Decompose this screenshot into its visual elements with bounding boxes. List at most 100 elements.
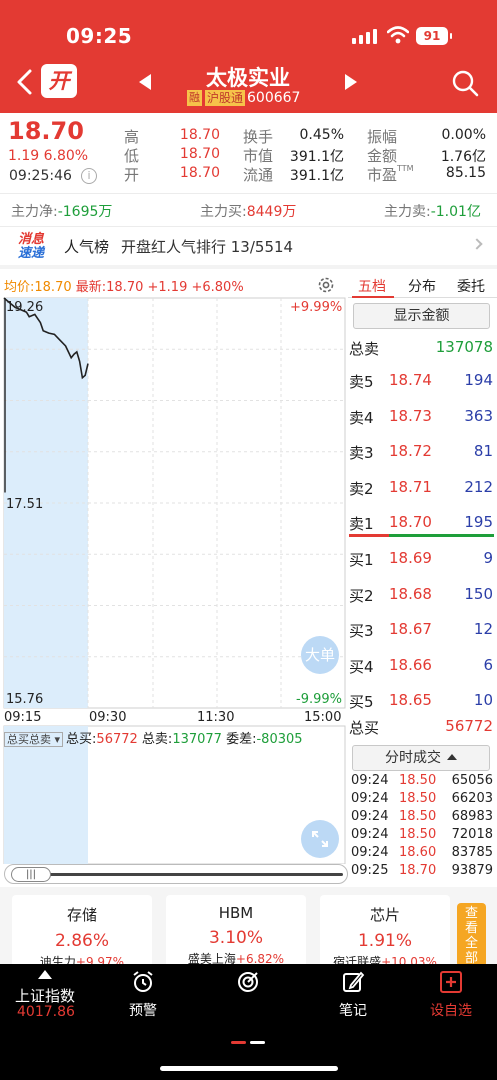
bid-price-5[interactable]: 18.65 [389,691,432,709]
note-button[interactable]: 笔记 [323,970,383,1020]
ask-price-2[interactable]: 18.73 [389,407,432,425]
prev-stock-icon[interactable] [139,74,151,90]
sector-card[interactable]: 芯片 1.91% 宿迁联盛+10.03% [320,895,450,969]
total-sell-value: 137077 [172,732,222,747]
change-percent: 6.80% [43,148,89,164]
target-button[interactable] [218,970,278,1000]
volume-indicator-select[interactable]: 总买总卖 ▾ [4,732,64,747]
sector-card[interactable]: HBM 3.10% 盛美上海+6.82% [166,895,306,967]
ask-price-4[interactable]: 18.71 [389,478,432,496]
show-amount-button[interactable]: 显示金额 [353,303,490,329]
label-amount: 金额 [367,147,398,165]
index-value: 4017.86 [17,1004,75,1020]
ask-price-1[interactable]: 18.74 [389,371,432,389]
bid-price-3[interactable]: 18.67 [389,620,432,638]
ask-price-5[interactable]: 18.70 [389,513,432,531]
value-open: 18.70 [179,165,220,181]
main-net-flow[interactable]: 主力净:-1695万 [11,201,112,221]
divider [0,226,497,227]
expand-up-icon [38,970,52,979]
chart-change: +1.19 [147,280,188,295]
main-sell-flow[interactable]: 主力卖:-1.01亿 [384,201,481,221]
index-name: 上证指数 [15,987,76,1005]
bid-volume-2: 150 [464,584,493,603]
bid-volume-5: 10 [473,691,493,709]
y-tick-pct-high: +9.99% [290,300,343,315]
price-change: 1.19 6.80% [8,148,88,164]
chevron-right-icon [471,238,483,250]
tick-volume: 83785 [451,845,493,860]
bid-price-1[interactable]: 18.69 [389,549,432,567]
ask-volume-4: 212 [464,477,493,496]
y-tick-pct-low: -9.99% [296,692,342,707]
total-buy-label: 总买 [349,719,380,737]
main-sell-value: -1.01亿 [430,204,481,220]
total-buy-volume: 56772 [445,717,493,735]
settings-gear-icon[interactable] [316,275,336,295]
spread-divider [349,534,494,537]
active-tab-underline [352,296,394,298]
main-buy-flow[interactable]: 主力买:8449万 [200,201,296,221]
value-pe: 85.15 [445,165,486,181]
stock-code: 600667 [247,90,301,106]
app-header: 09:25 91 开 太极实业 融沪股通 600667 [0,0,497,113]
tab-entrust[interactable]: 委托 [457,276,485,296]
ask-label-5: 卖1 [349,515,374,533]
tick-time: 09:24 [351,827,389,842]
add-favorite-button[interactable]: 设自选 [421,970,481,1020]
label-float-cap: 流通 [243,166,274,184]
total-sell-volume: 137078 [435,338,493,356]
intraday-price-chart[interactable] [0,296,348,864]
label-low: 低 [124,147,140,165]
sector-card[interactable]: 存储 2.86% 迪生力+9.97% [12,895,152,969]
target-icon [238,972,258,992]
value-amplitude: 0.00% [441,127,486,143]
ask-volume-3: 81 [473,442,493,460]
search-icon[interactable] [451,69,479,97]
x-tick-0915: 09:15 [4,710,42,725]
tab-five-levels[interactable]: 五档 [358,276,386,296]
stock-subtitle: 融沪股通 600667 [187,89,300,107]
ask-price-3[interactable]: 18.72 [389,442,432,460]
view-all-button[interactable]: 查看全部 [457,903,486,967]
status-time: 09:25 [66,24,133,48]
sector-change: 1.91% [357,931,412,951]
note-edit-icon [343,971,365,992]
ask-label-2: 卖4 [349,408,374,427]
tick-time: 09:24 [351,809,389,824]
next-stock-icon[interactable] [345,74,357,90]
current-price: 18.70 [8,117,84,145]
time-sales-button[interactable]: 分时成交 [352,745,490,771]
main-net-value: -1695万 [57,204,113,220]
chart-scrollbar[interactable]: ||| [4,864,348,884]
scrollbar-thumb[interactable]: ||| [11,867,51,882]
pager-dot-active [231,1041,246,1044]
wifi-icon [387,26,409,44]
tab-distribution[interactable]: 分布 [408,276,436,296]
connect-badge: 沪股通 [205,90,246,106]
alert-button[interactable]: 预警 [113,970,173,1020]
total-buy-value: 56772 [96,732,138,747]
expand-fullscreen-icon[interactable] [301,820,339,858]
open-account-badge[interactable]: 开 [41,64,77,98]
info-icon[interactable]: i [81,168,97,184]
tick-time: 09:24 [351,773,389,788]
chart-header: 均价:18.70 最新:18.70 +1.19 +6.80% [4,276,244,295]
big-order-button[interactable]: 大单 [301,636,339,674]
back-arrow-icon[interactable] [14,68,36,96]
bid-price-2[interactable]: 18.68 [389,585,432,603]
value-amount: 1.76亿 [440,149,486,165]
tick-volume: 66203 [451,791,493,806]
home-indicator [160,1066,338,1071]
news-logo: 消息 速递 [17,232,44,261]
bid-label-4: 买4 [349,657,374,676]
margin-badge: 融 [187,90,202,106]
ask-label-4: 卖2 [349,479,374,498]
news-tag: 人气榜 [64,238,110,256]
bid-price-4[interactable]: 18.66 [389,656,432,674]
value-turnover: 0.45% [299,127,344,143]
y-tick-mid: 17.51 [6,497,44,512]
total-sell-label: 总卖 [349,340,380,358]
main-net-label: 主力净: [11,204,58,220]
sector-change: 3.10% [208,928,263,948]
